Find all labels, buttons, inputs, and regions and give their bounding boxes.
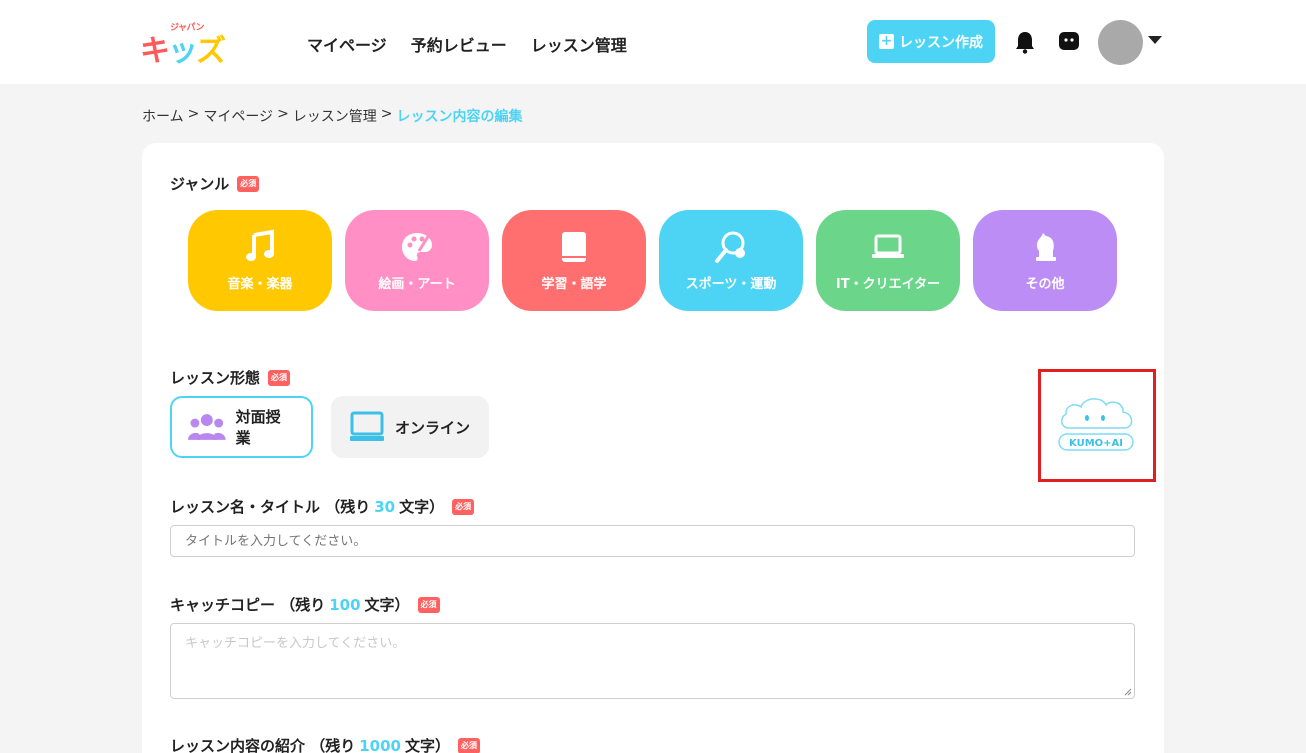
breadcrumb-separator: > [277, 106, 289, 122]
catchcopy-label-text: キャッチコピー （残り [170, 596, 326, 614]
resize-handle-icon[interactable] [1124, 688, 1132, 696]
people-icon [188, 414, 226, 440]
main-nav: マイページ 予約レビュー レッスン管理 [307, 32, 627, 56]
lesson-format-label-text: レッスン形態 [170, 369, 261, 387]
genre-music[interactable]: 音楽・楽器 [188, 210, 332, 311]
title-label-suffix: 文字） [399, 498, 445, 516]
intro-remaining-count: 1000 [359, 736, 401, 753]
format-in-person-label: 対面授業 [235, 408, 281, 447]
format-online[interactable]: オンライン [331, 396, 489, 458]
nav-mypage[interactable]: マイページ [307, 32, 387, 56]
lesson-title-label: レッスン名・タイトル （残り 30 文字） 必須 [170, 496, 475, 517]
lesson-title-input[interactable] [170, 525, 1135, 557]
nav-reservation-review[interactable]: 予約レビュー [411, 32, 507, 56]
music-note-icon [246, 229, 274, 261]
book-icon [562, 232, 586, 262]
laptop-icon [872, 234, 904, 258]
breadcrumb-lesson-management[interactable]: レッスン管理 [293, 106, 377, 126]
monitor-icon [350, 411, 384, 441]
intro-label: レッスン内容の紹介 （残り 1000 文字） 必須 [170, 735, 480, 753]
genre-art[interactable]: 絵画・アート [345, 210, 489, 311]
breadcrumb-separator: > [380, 106, 393, 122]
genre-sports[interactable]: スポーツ・運動 [659, 210, 803, 311]
lesson-format-label: レッスン形態 必須 [170, 367, 291, 388]
required-badge: 必須 [237, 175, 260, 192]
logo-text: キッズ [140, 34, 226, 69]
palette-icon [402, 233, 432, 261]
title-remaining-count: 30 [374, 497, 396, 516]
nav-lesson-management[interactable]: レッスン管理 [531, 32, 627, 56]
user-avatar[interactable] [1098, 20, 1143, 65]
format-in-person[interactable]: 対面授業 [170, 396, 313, 458]
kumo-ai-button[interactable]: KUMO+AI [1038, 369, 1156, 482]
header: ジャパン キッズ マイページ 予約レビュー レッスン管理 + レッスン作成 [0, 0, 1306, 84]
chat-icon[interactable] [1058, 30, 1080, 52]
catchcopy-textarea[interactable]: キャッチコピーを入力してください。 [170, 623, 1135, 699]
breadcrumb-separator: > [187, 106, 200, 122]
create-lesson-label: レッスン作成 [899, 34, 983, 51]
kumo-ai-logo-text: KUMO+AI [1069, 438, 1123, 449]
genre-label-text: ジャンル [170, 175, 230, 193]
intro-label-text: レッスン内容の紹介 （残り [170, 737, 356, 753]
required-badge: 必須 [452, 498, 475, 515]
genre-label-other: その他 [1025, 277, 1065, 292]
genre-label: ジャンル 必須 [170, 173, 260, 194]
genre-other[interactable]: その他 [973, 210, 1117, 311]
catchcopy-placeholder: キャッチコピーを入力してください。 [185, 636, 406, 651]
genre-label-music: 音楽・楽器 [227, 277, 293, 292]
racket-icon [715, 231, 745, 263]
required-badge: 必須 [417, 596, 440, 613]
site-logo[interactable]: ジャパン キッズ [140, 22, 236, 69]
format-online-label: オンライン [395, 418, 471, 437]
breadcrumb-home[interactable]: ホーム [142, 106, 184, 126]
breadcrumb-mypage[interactable]: マイページ [203, 106, 273, 126]
title-label-text: レッスン名・タイトル （残り [170, 498, 371, 516]
chevron-down-icon[interactable] [1148, 36, 1162, 44]
intro-label-suffix: 文字） [404, 737, 450, 753]
genre-study[interactable]: 学習・語学 [502, 210, 646, 311]
genre-label-it: IT・クリエイター [835, 277, 941, 292]
create-lesson-button[interactable]: + レッスン作成 [867, 20, 995, 63]
catchcopy-remaining-count: 100 [329, 595, 361, 614]
genre-it[interactable]: IT・クリエイター [816, 210, 960, 311]
catchcopy-label: キャッチコピー （残り 100 文字） 必須 [170, 594, 440, 615]
catchcopy-label-suffix: 文字） [364, 596, 410, 614]
genre-label-art: 絵画・アート [378, 277, 456, 292]
plus-icon: + [879, 33, 894, 49]
genre-options: 音楽・楽器 絵画・アート 学習・語学 スポーツ・運動 IT・クリエイター その他 [188, 210, 1117, 311]
bell-icon[interactable] [1014, 30, 1036, 54]
cloud-icon: KUMO+AI [1058, 398, 1134, 451]
lesson-format-options: 対面授業 オンライン [170, 396, 489, 458]
genre-label-study: 学習・語学 [541, 277, 607, 292]
breadcrumb-current: レッスン内容の編集 [396, 109, 523, 125]
lesson-edit-form: ジャンル 必須 音楽・楽器 絵画・アート 学習・語学 スポーツ・運動 IT・クリ… [142, 143, 1164, 753]
genre-label-sports: スポーツ・運動 [685, 277, 777, 292]
required-badge: 必須 [268, 369, 291, 386]
chess-knight-icon [1036, 233, 1056, 261]
required-badge: 必須 [458, 737, 480, 753]
breadcrumb: ホーム > マイページ > レッスン管理 > レッスン内容の編集 [142, 106, 523, 126]
